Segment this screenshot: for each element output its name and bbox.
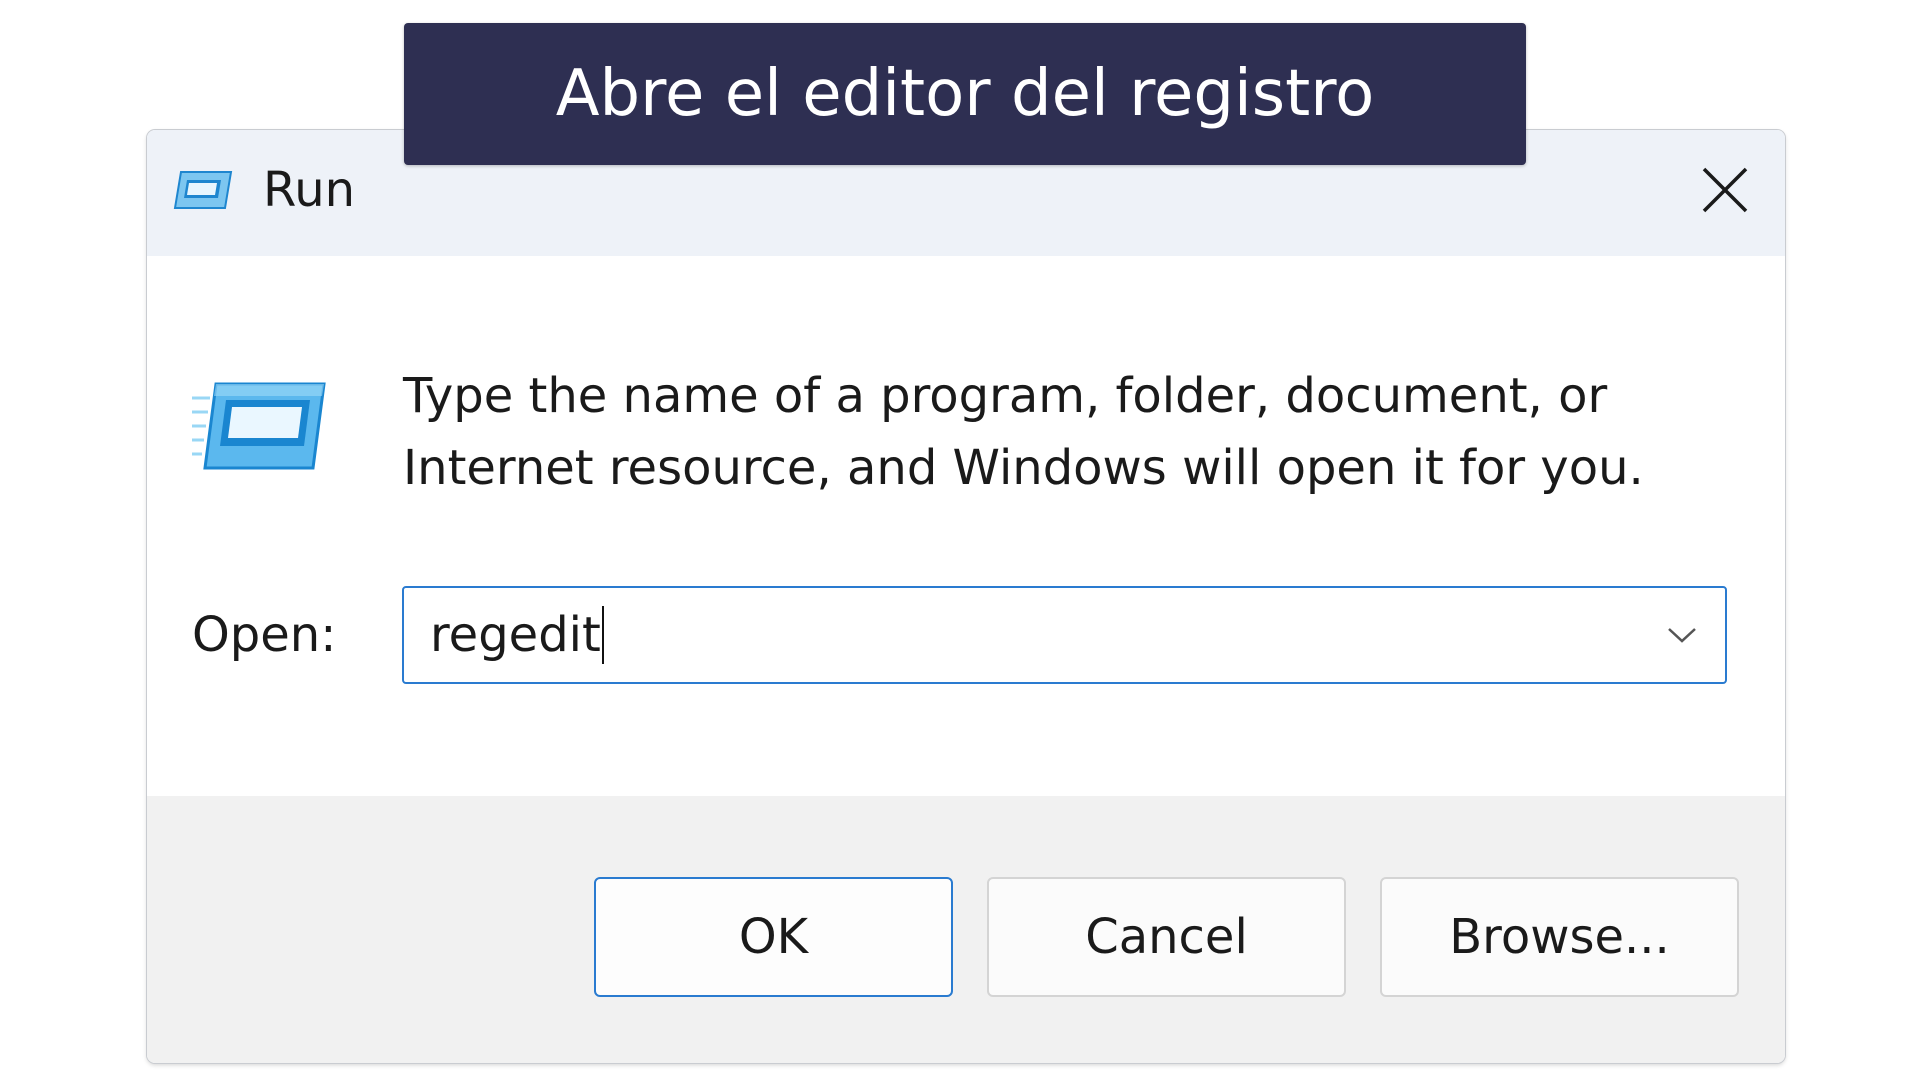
- run-description: Type the name of a program, folder, docu…: [403, 360, 1743, 504]
- open-label: Open:: [192, 607, 337, 663]
- button-bar: OK Cancel Browse...: [147, 796, 1785, 1063]
- open-input-value: regedit: [430, 606, 604, 664]
- window-title: Run: [263, 162, 356, 218]
- chevron-down-icon: [1668, 628, 1696, 643]
- close-icon: [1702, 167, 1748, 213]
- run-icon: [192, 382, 326, 470]
- run-dialog: Run Type the name of a program, folder, …: [147, 130, 1785, 1063]
- run-icon: [173, 171, 233, 209]
- dropdown-button[interactable]: [1657, 610, 1707, 660]
- cancel-button[interactable]: Cancel: [987, 877, 1346, 997]
- ok-button[interactable]: OK: [594, 877, 953, 997]
- description-line-1: Type the name of a program, folder, docu…: [403, 368, 1608, 424]
- open-input[interactable]: regedit: [404, 588, 1634, 682]
- close-button[interactable]: [1685, 150, 1765, 230]
- instruction-banner: Abre el editor del registro: [404, 23, 1526, 165]
- open-combobox[interactable]: regedit: [402, 586, 1727, 684]
- description-line-2: Internet resource, and Windows will open…: [403, 440, 1644, 496]
- browse-button[interactable]: Browse...: [1380, 877, 1739, 997]
